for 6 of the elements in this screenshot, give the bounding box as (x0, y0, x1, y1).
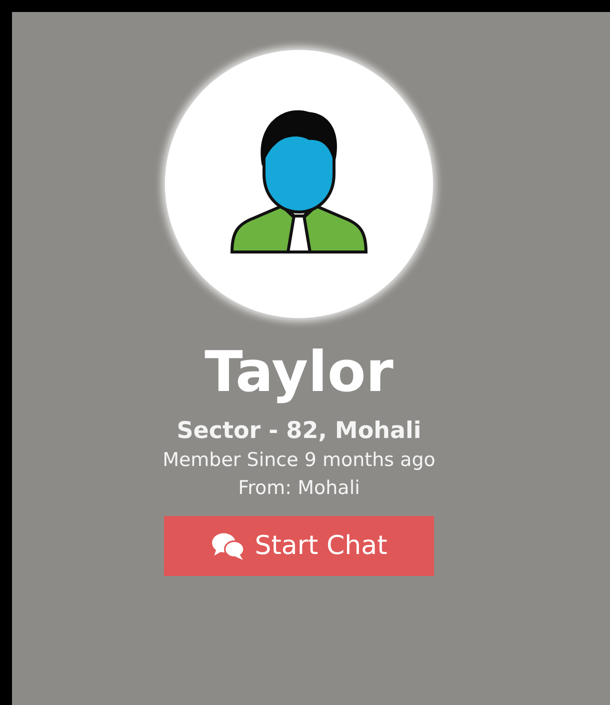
location-text: Sector - 82, Mohali (176, 417, 422, 446)
member-since-text: Member Since 9 months ago (162, 448, 436, 473)
chat-icon (210, 531, 245, 561)
profile-name: Taylor (204, 339, 394, 407)
start-chat-button[interactable]: Start Chat (164, 516, 434, 576)
origin-text: From: Mohali (238, 476, 360, 501)
